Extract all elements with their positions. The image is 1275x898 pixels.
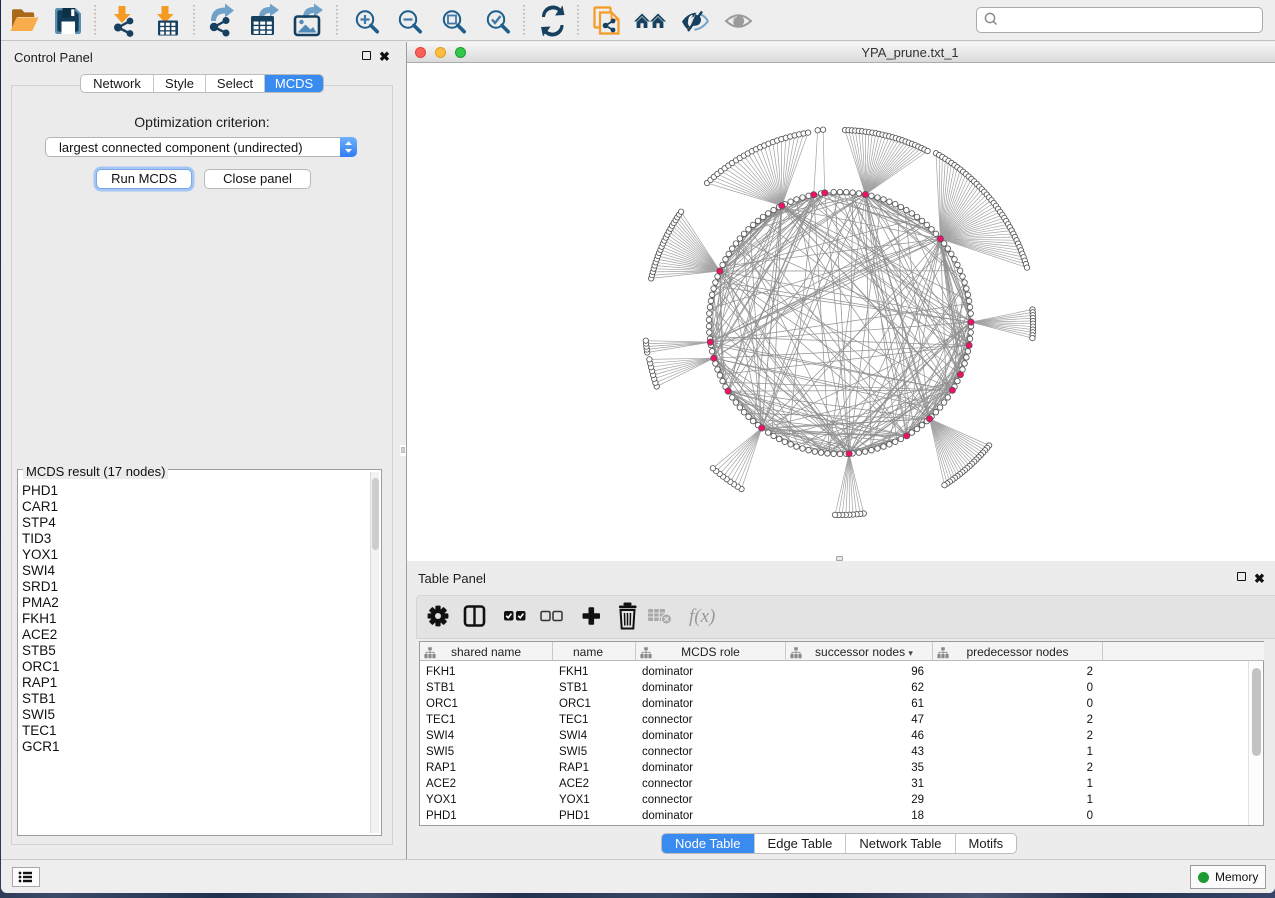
svg-text:f(x): f(x)	[689, 606, 715, 627]
